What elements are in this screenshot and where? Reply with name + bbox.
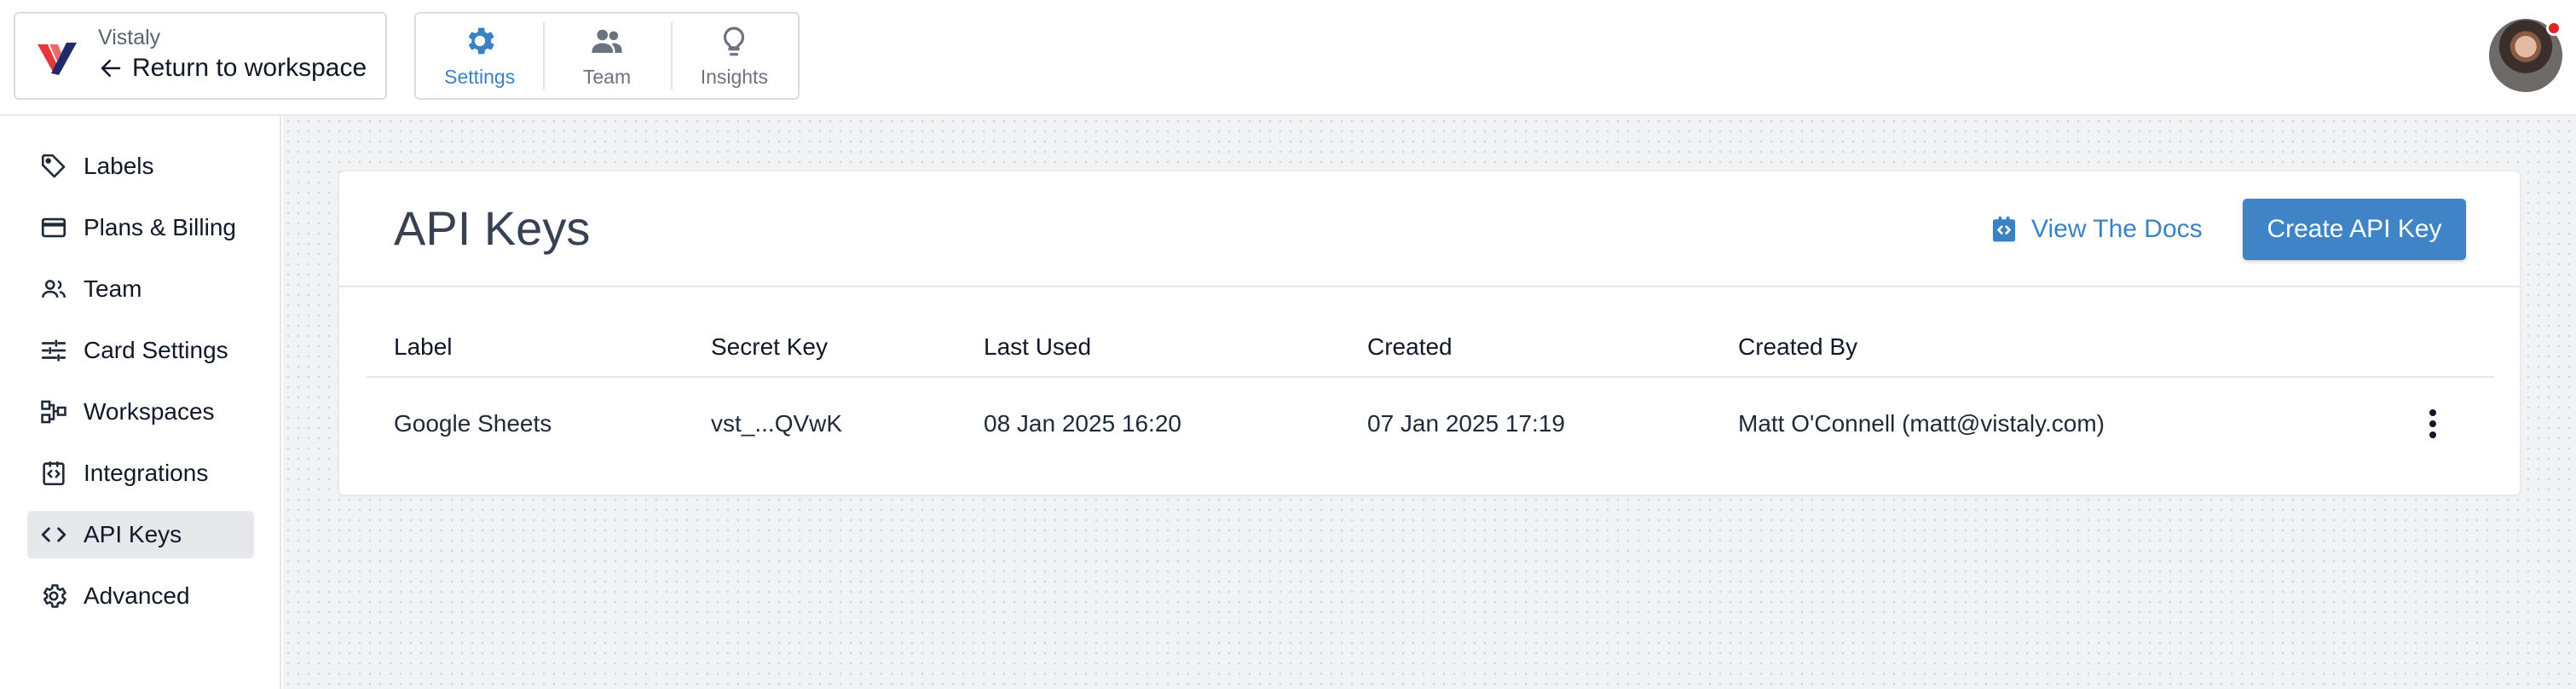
notification-dot <box>2546 20 2562 36</box>
workspaces-icon <box>41 400 66 424</box>
top-bar: Vistaly Return to workspace Settings Tea… <box>0 0 2576 116</box>
tag-icon <box>41 153 66 178</box>
sidebar: Labels Plans & Billing Team Card Setting… <box>0 116 281 689</box>
gear-icon <box>468 27 494 55</box>
sidebar-item-label: Integrations <box>84 460 209 486</box>
card-header: API Keys View The Docs Create API Key <box>339 171 2520 287</box>
sidebar-item-plans-billing[interactable]: Plans & Billing <box>27 204 254 252</box>
return-to-workspace-label: Return to workspace <box>132 54 367 82</box>
people-icon <box>41 280 66 298</box>
page-title: API Keys <box>394 201 591 255</box>
tab-insights-label: Insights <box>700 66 768 88</box>
sidebar-item-card-settings[interactable]: Card Settings <box>27 327 254 374</box>
sidebar-item-integrations[interactable]: Integrations <box>27 449 254 497</box>
sidebar-item-workspaces[interactable]: Workspaces <box>27 388 254 436</box>
column-header-secret-key: Secret Key <box>711 333 828 360</box>
tab-settings[interactable]: Settings <box>416 14 543 98</box>
sliders-icon <box>41 339 66 362</box>
view-docs-label: View The Docs <box>2031 215 2203 243</box>
column-header-created: Created <box>1367 333 1453 360</box>
workspace-switcher[interactable]: Vistaly Return to workspace <box>14 12 387 100</box>
credit-card-icon <box>41 217 66 238</box>
sidebar-item-team[interactable]: Team <box>27 265 254 313</box>
create-api-key-button[interactable]: Create API Key <box>2243 199 2466 260</box>
cell-last-used: 08 Jan 2025 16:20 <box>984 410 1181 437</box>
sidebar-item-label: Workspaces <box>84 398 215 425</box>
sidebar-item-api-keys[interactable]: API Keys <box>27 511 254 559</box>
more-vertical-icon <box>2429 409 2436 438</box>
brand-name: Vistaly <box>98 26 161 49</box>
tab-team[interactable]: Team <box>543 14 670 98</box>
top-nav: Settings Team Insights <box>414 12 800 100</box>
cell-secret-key: vst_...QVwK <box>711 410 843 437</box>
column-header-label: Label <box>394 333 453 360</box>
docs-icon <box>1992 216 2016 242</box>
sidebar-item-advanced[interactable]: Advanced <box>27 572 254 620</box>
table-divider <box>367 376 2494 378</box>
tab-insights[interactable]: Insights <box>670 14 798 98</box>
sidebar-item-label: Team <box>84 275 142 302</box>
gear-icon <box>43 584 66 608</box>
cell-created: 07 Jan 2025 17:19 <box>1367 410 1565 437</box>
vistaly-logo <box>38 43 77 75</box>
integration-icon <box>43 460 65 486</box>
return-to-workspace-link[interactable]: Return to workspace <box>98 51 367 85</box>
row-actions-button[interactable] <box>2419 403 2446 444</box>
sidebar-item-labels[interactable]: Labels <box>27 142 254 190</box>
sidebar-item-label: Plans & Billing <box>84 214 236 240</box>
tab-settings-label: Settings <box>444 66 516 88</box>
arrow-left-icon <box>101 60 121 77</box>
column-header-last-used: Last Used <box>984 333 1092 360</box>
code-icon <box>41 527 66 542</box>
tab-team-label: Team <box>582 66 632 88</box>
column-header-created-by: Created By <box>1738 333 1858 360</box>
cell-created-by: Matt O'Connell (matt@vistaly.com) <box>1738 410 2105 437</box>
sidebar-item-label: Labels <box>84 153 154 179</box>
cell-label: Google Sheets <box>394 410 552 437</box>
people-icon <box>592 29 622 53</box>
sidebar-item-label: Card Settings <box>84 337 228 363</box>
main-content: API Keys View The Docs Create API Key La… <box>283 116 2576 689</box>
sidebar-item-label: API Keys <box>84 521 182 547</box>
sidebar-item-label: Advanced <box>84 582 190 609</box>
view-docs-link[interactable]: View The Docs <box>1990 211 2203 248</box>
lightbulb-icon <box>724 26 745 56</box>
api-keys-card: API Keys View The Docs Create API Key La… <box>338 171 2521 495</box>
